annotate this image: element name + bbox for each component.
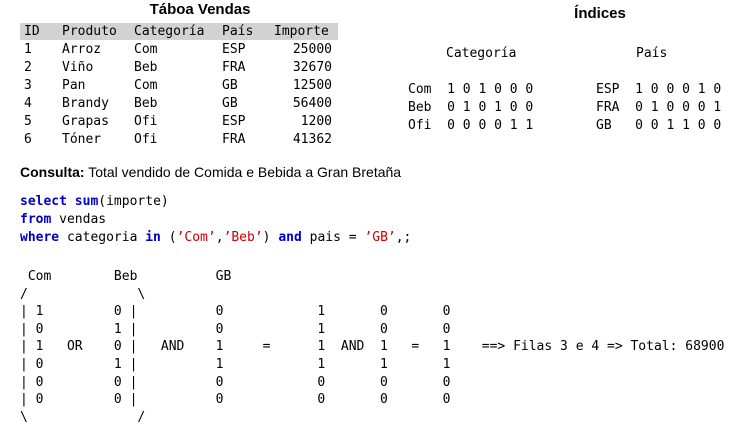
cell-pais: GB [222, 77, 238, 93]
sql-keyword: where [20, 230, 60, 245]
cell-id: 4 [24, 95, 32, 111]
index-bits: 1 0 1 0 0 0 [447, 82, 534, 97]
cell-categoria: Com [134, 41, 158, 57]
cell-importe: 25000 [292, 41, 332, 57]
index-bits: 0 0 1 1 0 0 [635, 118, 722, 133]
cell-produto: Grapas [62, 113, 109, 129]
query-label: Consulta: [20, 164, 85, 180]
pais-index-row: GB 0 0 1 1 0 0 [596, 118, 721, 133]
column-header-categoria: Categoría [134, 23, 222, 40]
pais-index-row: ESP 1 0 0 0 1 0 [596, 82, 721, 97]
index-label: FRA [596, 100, 620, 115]
cell-categoria: Ofi [134, 113, 158, 129]
calc-line: / \ [20, 286, 146, 302]
table-row: 3 Pan Com GB 12500 [20, 76, 338, 94]
query-description: Consulta: Total vendido de Comida e Bebi… [20, 164, 401, 180]
query-text: Total vendido de Comida e Bebida a Gran … [88, 164, 402, 180]
sql-keyword: select [20, 194, 67, 209]
pais-index-header: País [636, 46, 668, 61]
calc-line: | 0 0 | 0 0 0 0 [20, 392, 451, 408]
index-label: Com [408, 82, 432, 97]
cell-produto: Pan [62, 77, 86, 93]
sql-text: categoria [59, 230, 146, 245]
cell-categoria: Ofi [134, 131, 158, 147]
cell-id: 1 [24, 41, 32, 57]
sql-keyword: in [145, 230, 161, 245]
categoria-index-row: Beb 0 1 0 1 0 0 [408, 100, 533, 115]
index-label: Ofi [408, 118, 432, 133]
cell-pais: ESP [222, 41, 246, 57]
calc-line: \ / [20, 409, 146, 425]
calc-line: | 0 1 | 1 1 1 1 [20, 356, 451, 372]
cell-importe: 32670 [292, 59, 332, 75]
calc-line: | 0 0 | 0 0 0 0 [20, 374, 451, 390]
cell-produto: Tóner [62, 131, 102, 147]
table-row: 2 Viño Beb FRA 32670 [20, 58, 338, 76]
sql-text: pais = [301, 230, 365, 245]
sql-text: (importe) [98, 194, 169, 209]
cell-produto: Brandy [62, 95, 109, 111]
categoria-index-row: Ofi 0 0 0 0 1 1 [408, 118, 533, 133]
cell-importe: 12500 [292, 77, 332, 93]
cell-pais: GB [222, 95, 238, 111]
sql-keyword: and [278, 230, 302, 245]
cell-produto: Arroz [62, 41, 102, 57]
cell-importe: 56400 [292, 95, 332, 111]
column-header-pais: País [222, 23, 270, 40]
sql-text: vendas [51, 212, 107, 227]
cell-id: 6 [24, 131, 32, 147]
calc-line: | 0 1 | 0 1 0 0 [20, 321, 451, 337]
sql-string: ’Com’ [176, 230, 216, 245]
sql-keyword: sum [74, 194, 99, 209]
sql-string: ’Beb’ [223, 230, 263, 245]
sql-code: select sum(importe) from vendas where ca… [20, 193, 411, 247]
calc-line: Com Beb GB [20, 269, 232, 284]
sql-text: ) [262, 230, 279, 245]
calc-line: | 1 0 | 0 1 0 0 [20, 304, 451, 320]
index-bits: 0 0 0 0 1 1 [447, 118, 534, 133]
index-bits: 1 0 0 0 1 0 [635, 82, 722, 97]
indices-title: Índices [574, 5, 626, 22]
vendas-table: ID Produto Categoría País Importe 1 Arro… [20, 23, 338, 148]
cell-produto: Viño [62, 59, 94, 75]
cell-categoria: Beb [134, 95, 158, 111]
sql-keyword: from [20, 212, 52, 227]
table-title: Táboa Vendas [149, 1, 251, 18]
index-bits: 0 1 0 0 0 1 [635, 100, 722, 115]
column-header-id: ID [20, 23, 62, 40]
sql-text: ( [160, 230, 177, 245]
cell-importe: 41362 [292, 131, 332, 147]
cell-id: 5 [24, 113, 32, 129]
cell-pais: FRA [222, 131, 246, 147]
column-header-importe: Importe [270, 23, 338, 40]
pais-index-row: FRA 0 1 0 0 0 1 [596, 100, 721, 115]
table-row: 1 Arroz Com ESP 25000 [20, 40, 338, 58]
sql-string: ’GB’ [364, 230, 396, 245]
index-label: GB [596, 118, 612, 133]
cell-categoria: Com [134, 77, 158, 93]
table-row: 4 Brandy Beb GB 56400 [20, 94, 338, 112]
cell-pais: ESP [222, 113, 246, 129]
sql-text: , [215, 230, 224, 245]
table-row: 5 Grapas Ofi ESP 1200 [20, 112, 338, 130]
index-label: ESP [596, 82, 620, 97]
index-label: Beb [408, 100, 432, 115]
cell-id: 2 [24, 59, 32, 75]
calc-line: | 1 OR 0 | AND 1 = 1 AND 1 = 1 ==> Filas… [20, 339, 725, 355]
table-header-row: ID Produto Categoría País Importe [20, 23, 338, 40]
table-row: 6 Tóner Ofi FRA 41362 [20, 130, 338, 148]
column-header-produto: Produto [62, 23, 134, 40]
sql-text: ,; [395, 230, 412, 245]
cell-pais: FRA [222, 59, 246, 75]
categoria-index-row: Com 1 0 1 0 0 0 [408, 82, 533, 97]
cell-importe: 1200 [300, 113, 332, 129]
index-bits: 0 1 0 1 0 0 [447, 100, 534, 115]
cell-id: 3 [24, 77, 32, 93]
cell-categoria: Beb [134, 59, 158, 75]
bitmap-calculation: Com Beb GB / \ | 1 0 | 0 1 0 0 | 0 1 | 0… [20, 268, 724, 426]
categoria-index-header: Categoría [446, 46, 517, 61]
